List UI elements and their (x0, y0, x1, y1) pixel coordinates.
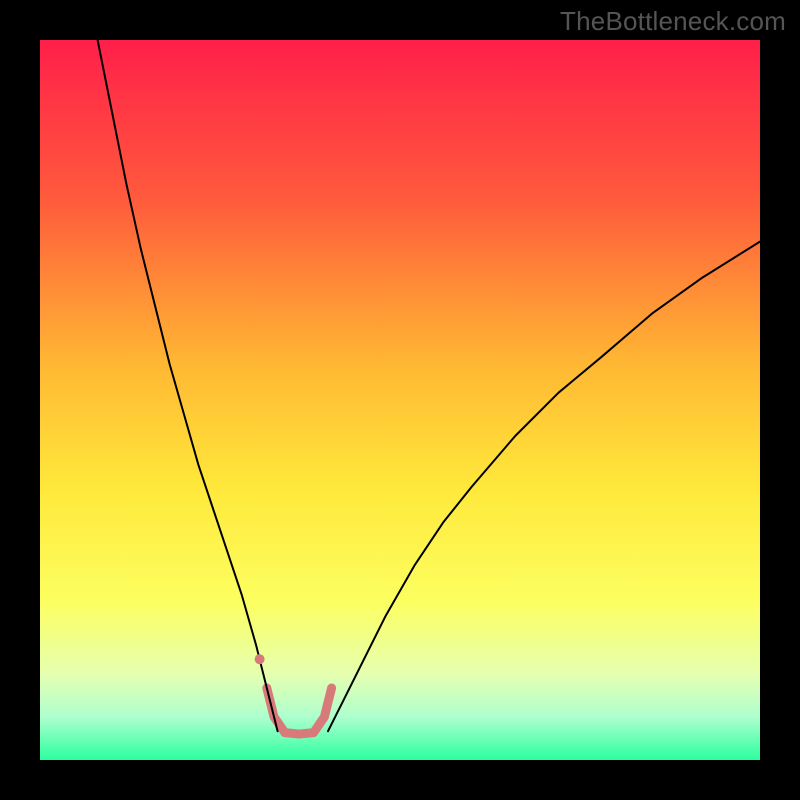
plot-area (40, 40, 760, 760)
chart-canvas (40, 40, 760, 760)
point-marker-dot (255, 654, 265, 664)
chart-points-group (255, 654, 265, 664)
chart-frame: TheBottleneck.com (0, 0, 800, 800)
branding-watermark: TheBottleneck.com (560, 6, 786, 37)
chart-background-gradient (40, 40, 760, 760)
